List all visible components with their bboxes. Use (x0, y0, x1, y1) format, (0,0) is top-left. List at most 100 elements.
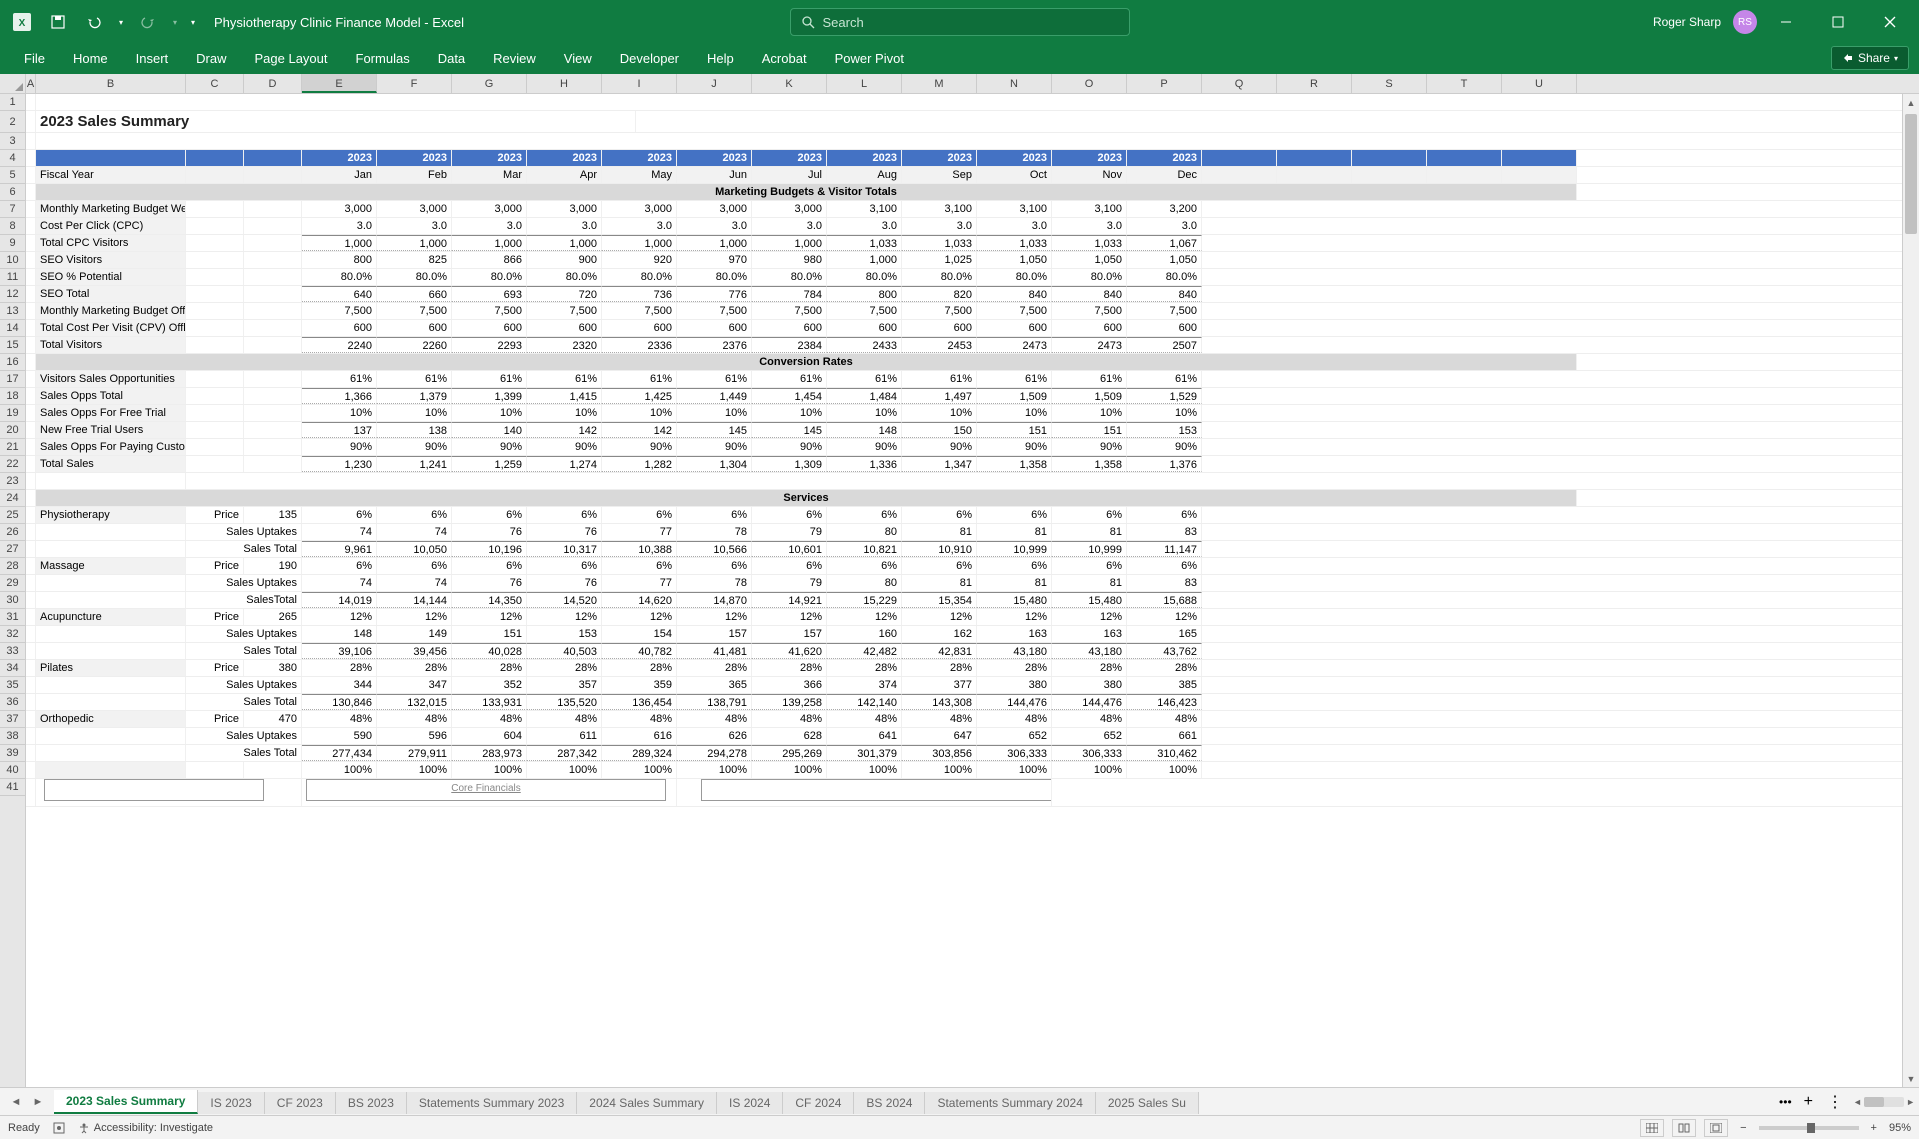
service-0-pct-5[interactable]: 6% (677, 507, 752, 523)
conversion-3-1[interactable]: 138 (377, 422, 452, 438)
service-2-uptake-1[interactable]: 149 (377, 626, 452, 642)
conversion-3-6[interactable]: 145 (752, 422, 827, 438)
view-page-break-icon[interactable] (1704, 1119, 1728, 1137)
sheet-tab-statements-summary-2023[interactable]: Statements Summary 2023 (407, 1092, 577, 1114)
service-name-2[interactable]: Acupuncture (36, 609, 186, 625)
sheet-tabs-more[interactable]: ••• (1775, 1095, 1796, 1109)
service-1-pct-5[interactable]: 6% (677, 558, 752, 574)
month-col-4[interactable]: May (602, 167, 677, 183)
marketing-1-6[interactable]: 3.0 (752, 218, 827, 234)
service-1-total-10[interactable]: 15,480 (1052, 592, 1127, 608)
column-header-F[interactable]: F (377, 74, 452, 93)
row-header-12[interactable]: 12 (0, 286, 25, 303)
row-headers[interactable]: 1234567891011121314151617181920212223242… (0, 94, 26, 1087)
service-4-uptake-5[interactable]: 626 (677, 728, 752, 744)
service-price-label-2[interactable]: Price (186, 609, 244, 625)
service-4-total-11[interactable]: 310,462 (1127, 745, 1202, 761)
conversion-1-6[interactable]: 1,454 (752, 388, 827, 404)
conversion-0-4[interactable]: 61% (602, 371, 677, 387)
service-3-pct-8[interactable]: 28% (902, 660, 977, 676)
service-2-total-7[interactable]: 42,482 (827, 643, 902, 659)
service-1-total-0[interactable]: 14,019 (302, 592, 377, 608)
column-header-K[interactable]: K (752, 74, 827, 93)
chart-object-1[interactable] (44, 779, 264, 801)
service-total-label-0[interactable]: Sales Total (186, 541, 302, 557)
marketing-5-1[interactable]: 660 (377, 286, 452, 302)
service-3-uptake-10[interactable]: 380 (1052, 677, 1127, 693)
marketing-6-4[interactable]: 7,500 (602, 303, 677, 319)
marketing-2-3[interactable]: 1,000 (527, 235, 602, 251)
service-1-pct-7[interactable]: 6% (827, 558, 902, 574)
conversion-4-0[interactable]: 90% (302, 439, 377, 455)
service-4-uptake-1[interactable]: 596 (377, 728, 452, 744)
service-0-total-0[interactable]: 9,961 (302, 541, 377, 557)
marketing-5-4[interactable]: 736 (602, 286, 677, 302)
ribbon-tab-data[interactable]: Data (424, 45, 479, 74)
service-2-pct-10[interactable]: 12% (1052, 609, 1127, 625)
sheet-tab-is-2024[interactable]: IS 2024 (717, 1092, 783, 1114)
marketing-0-6[interactable]: 3,000 (752, 201, 827, 217)
ribbon-tab-developer[interactable]: Developer (606, 45, 693, 74)
service-3-pct-0[interactable]: 28% (302, 660, 377, 676)
marketing-label-2[interactable]: Total CPC Visitors (36, 235, 186, 251)
row-header-14[interactable]: 14 (0, 320, 25, 337)
marketing-1-1[interactable]: 3.0 (377, 218, 452, 234)
year-col-7[interactable]: 2023 (827, 150, 902, 166)
conversion-3-8[interactable]: 150 (902, 422, 977, 438)
marketing-6-7[interactable]: 7,500 (827, 303, 902, 319)
service-2-total-4[interactable]: 40,782 (602, 643, 677, 659)
marketing-label-7[interactable]: Total Cost Per Visit (CPV) Offline (36, 320, 186, 336)
marketing-1-7[interactable]: 3.0 (827, 218, 902, 234)
marketing-7-0[interactable]: 600 (302, 320, 377, 336)
view-normal-icon[interactable] (1640, 1119, 1664, 1137)
row-header-10[interactable]: 10 (0, 252, 25, 269)
service-3-pct-5[interactable]: 28% (677, 660, 752, 676)
marketing-3-11[interactable]: 1,050 (1127, 252, 1202, 268)
conversion-2-5[interactable]: 10% (677, 405, 752, 421)
row-header-8[interactable]: 8 (0, 218, 25, 235)
service-2-pct-9[interactable]: 12% (977, 609, 1052, 625)
marketing-1-11[interactable]: 3.0 (1127, 218, 1202, 234)
marketing-8-7[interactable]: 2433 (827, 337, 902, 353)
conversion-0-6[interactable]: 61% (752, 371, 827, 387)
conversion-3-10[interactable]: 151 (1052, 422, 1127, 438)
row-header-38[interactable]: 38 (0, 728, 25, 745)
marketing-5-0[interactable]: 640 (302, 286, 377, 302)
marketing-3-9[interactable]: 1,050 (977, 252, 1052, 268)
service-3-pct-7[interactable]: 28% (827, 660, 902, 676)
row-header-20[interactable]: 20 (0, 422, 25, 439)
year-col-1[interactable]: 2023 (377, 150, 452, 166)
column-header-J[interactable]: J (677, 74, 752, 93)
conversion-1-11[interactable]: 1,529 (1127, 388, 1202, 404)
month-col-9[interactable]: Oct (977, 167, 1052, 183)
service-2-uptake-9[interactable]: 163 (977, 626, 1052, 642)
conversion-3-7[interactable]: 148 (827, 422, 902, 438)
marketing-8-11[interactable]: 2507 (1127, 337, 1202, 353)
ribbon-tab-insert[interactable]: Insert (122, 45, 183, 74)
service-2-total-3[interactable]: 40,503 (527, 643, 602, 659)
service-0-total-5[interactable]: 10,566 (677, 541, 752, 557)
service-2-pct-4[interactable]: 12% (602, 609, 677, 625)
column-header-L[interactable]: L (827, 74, 902, 93)
sheet-tab-bs-2023[interactable]: BS 2023 (336, 1092, 407, 1114)
grand-pct-7[interactable]: 100% (827, 762, 902, 778)
service-price-label-3[interactable]: Price (186, 660, 244, 676)
service-2-uptake-4[interactable]: 154 (602, 626, 677, 642)
service-3-uptake-11[interactable]: 385 (1127, 677, 1202, 693)
month-col-8[interactable]: Sep (902, 167, 977, 183)
conversion-2-6[interactable]: 10% (752, 405, 827, 421)
marketing-label-1[interactable]: Cost Per Click (CPC) (36, 218, 186, 234)
conversion-3-0[interactable]: 137 (302, 422, 377, 438)
marketing-7-11[interactable]: 600 (1127, 320, 1202, 336)
marketing-2-2[interactable]: 1,000 (452, 235, 527, 251)
row-header-7[interactable]: 7 (0, 201, 25, 218)
service-3-uptake-6[interactable]: 366 (752, 677, 827, 693)
grand-pct-3[interactable]: 100% (527, 762, 602, 778)
conversion-4-3[interactable]: 90% (527, 439, 602, 455)
row-header-3[interactable]: 3 (0, 133, 25, 150)
marketing-4-3[interactable]: 80.0% (527, 269, 602, 285)
service-2-pct-7[interactable]: 12% (827, 609, 902, 625)
ribbon-tab-home[interactable]: Home (59, 45, 122, 74)
grand-pct-2[interactable]: 100% (452, 762, 527, 778)
conversion-1-10[interactable]: 1,509 (1052, 388, 1127, 404)
